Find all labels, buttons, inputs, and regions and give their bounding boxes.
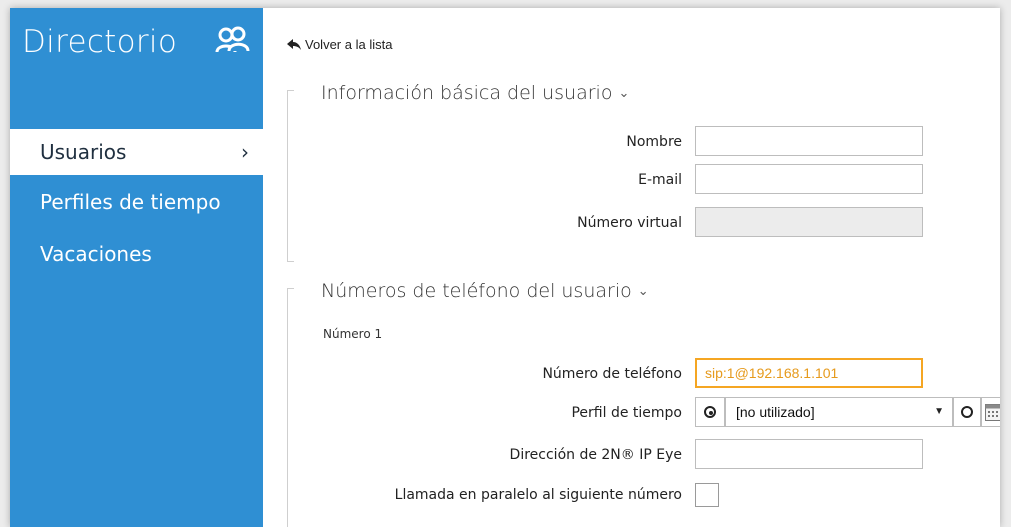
sidebar-item-usuarios[interactable]: Usuarios › bbox=[10, 129, 263, 175]
dropdown-arrow-icon: ▼ bbox=[934, 406, 944, 417]
nombre-field[interactable] bbox=[695, 126, 923, 156]
main-content: Volver a la lista Información básica del… bbox=[263, 8, 1000, 527]
back-arrow-icon bbox=[287, 39, 301, 50]
sidebar-item-label: Vacaciones bbox=[40, 242, 152, 266]
sidebar: Directorio Usuarios › Perfiles de tiempo… bbox=[10, 8, 263, 527]
chevron-right-icon: › bbox=[241, 140, 249, 164]
section-title-text: Números de teléfono del usuario bbox=[321, 280, 632, 302]
ip-eye-address-field[interactable] bbox=[695, 439, 923, 469]
numero-virtual-field bbox=[695, 207, 923, 237]
time-profile-radio-selected[interactable] bbox=[695, 397, 725, 427]
time-profile-radio-unselected[interactable] bbox=[953, 397, 981, 427]
sidebar-item-label: Usuarios bbox=[40, 140, 127, 164]
chevron-down-icon: ⌄ bbox=[637, 284, 649, 299]
radio-selected-icon bbox=[704, 406, 716, 418]
sidebar-item-perfiles-de-tiempo[interactable]: Perfiles de tiempo bbox=[10, 179, 263, 225]
section-title-text: Información básica del usuario bbox=[321, 82, 613, 104]
section-divider bbox=[287, 90, 294, 262]
back-link-label: Volver a la lista bbox=[305, 37, 393, 52]
phone-number-label: Número de teléfono bbox=[542, 366, 682, 382]
basic-info-section-title[interactable]: Información básica del usuario ⌄ bbox=[321, 82, 629, 104]
app-window: Directorio Usuarios › Perfiles de tiempo… bbox=[10, 8, 1000, 527]
sidebar-item-label: Perfiles de tiempo bbox=[40, 190, 221, 214]
back-link[interactable]: Volver a la lista bbox=[287, 37, 392, 52]
time-profile-select[interactable]: [no utilizado] ▼ bbox=[725, 397, 953, 427]
chevron-down-icon: ⌄ bbox=[618, 86, 630, 101]
nombre-label: Nombre bbox=[626, 134, 682, 150]
email-label: E-mail bbox=[638, 172, 682, 188]
calendar-button[interactable] bbox=[981, 397, 1000, 427]
ip-eye-address-label: Dirección de 2N® IP Eye bbox=[509, 447, 682, 463]
select-value: [no utilizado] bbox=[736, 404, 815, 420]
phone-numbers-section-title[interactable]: Números de teléfono del usuario ⌄ bbox=[321, 280, 649, 302]
radio-unselected-icon bbox=[961, 406, 973, 418]
email-field[interactable] bbox=[695, 164, 923, 194]
sidebar-item-vacaciones[interactable]: Vacaciones bbox=[10, 231, 263, 277]
time-profile-label: Perfil de tiempo bbox=[571, 405, 682, 421]
users-icon bbox=[215, 26, 250, 53]
calendar-icon bbox=[985, 404, 1000, 421]
numero-1-label: Número 1 bbox=[323, 327, 383, 341]
numero-virtual-label: Número virtual bbox=[577, 215, 682, 231]
app-title: Directorio bbox=[22, 24, 178, 60]
parallel-call-checkbox[interactable] bbox=[695, 483, 719, 507]
phone-number-field[interactable]: sip:1@192.168.1.101 bbox=[695, 358, 923, 388]
section-divider bbox=[287, 288, 294, 527]
parallel-call-label: Llamada en paralelo al siguiente número bbox=[394, 487, 682, 503]
